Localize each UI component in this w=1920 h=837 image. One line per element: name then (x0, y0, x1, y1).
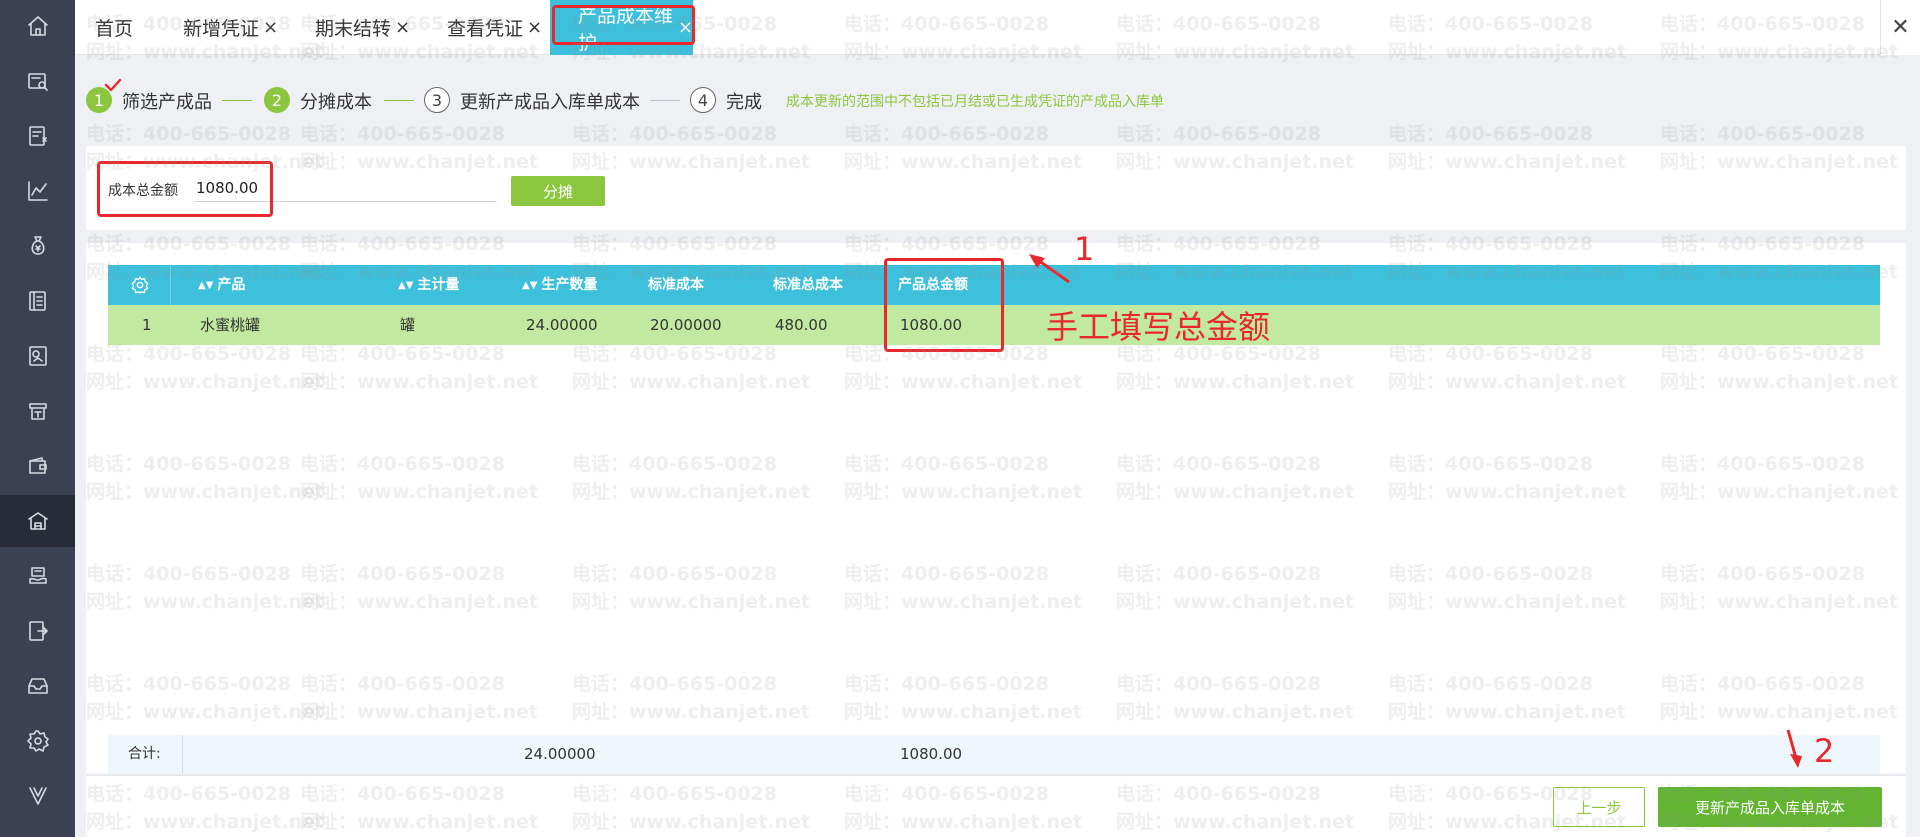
tab-new-voucher[interactable]: 新增凭证 × (183, 0, 278, 55)
sidebar-item-archive[interactable] (0, 660, 75, 712)
step-connector (222, 100, 252, 101)
tab-home[interactable]: 首页 (95, 0, 133, 55)
sidebar-item-reports[interactable] (0, 330, 75, 382)
wallet-icon (28, 457, 47, 474)
warehouse-icon (27, 512, 48, 530)
tab-label: 首页 (95, 18, 134, 40)
totals-label: 合计: (128, 746, 161, 762)
report-icon (28, 346, 47, 366)
step-connector (650, 100, 680, 101)
step-4-label: 完成 (726, 92, 762, 113)
sidebar-item-voucher-query[interactable] (0, 55, 75, 107)
column-header-standard-total[interactable]: 标准总成本 (773, 265, 843, 305)
payroll-icon (28, 567, 47, 584)
home-icon (27, 16, 48, 36)
archive-icon (27, 678, 48, 694)
tab-view-voucher[interactable]: 查看凭证 × (447, 0, 542, 55)
column-header-product-total[interactable]: 产品总金额 (898, 265, 968, 305)
table-header: ▲▼ 产品 ▲▼ 主计量 ▲▼ 生产数量 标准成本 标准总成本 产品总金额 (108, 265, 1880, 305)
cost-panel: 成本总金额 分摊 (86, 146, 1906, 230)
step-3-label: 更新产成品入库单成本 (460, 92, 640, 113)
tab-close-icon[interactable]: × (678, 17, 693, 38)
sidebar-item-analysis[interactable] (0, 165, 75, 217)
sidebar-item-settings[interactable] (0, 715, 75, 767)
chart-icon (27, 181, 48, 201)
sort-icon: ▲▼ (198, 280, 214, 291)
sidebar-item-export[interactable] (0, 605, 75, 657)
annotation-marker-1: 1 (1074, 230, 1095, 268)
tab-close-icon[interactable]: × (527, 17, 542, 38)
close-all-tabs-button[interactable]: ✕ (1880, 0, 1920, 55)
step-2-marker: 2 (264, 87, 290, 113)
sidebar-item-cashier[interactable] (0, 385, 75, 437)
footer-bar: 上一步 更新产成品入库单成本 (86, 775, 1906, 837)
totals-quantity: 24.00000 (524, 745, 596, 763)
previous-step-button[interactable]: 上一步 (1553, 787, 1645, 827)
step-2-label: 分摊成本 (300, 92, 372, 113)
totals-divider (182, 735, 183, 773)
table-row[interactable]: 1 水蜜桃罐 罐 24.00000 20.00000 480.00 1080.0… (108, 305, 1880, 345)
tab-label: 产品成本维护 (578, 4, 674, 54)
cost-total-input[interactable] (194, 174, 496, 202)
tab-period-end[interactable]: 期末结转 × (315, 0, 410, 55)
cost-table-panel: ▲▼ 产品 ▲▼ 主计量 ▲▼ 生产数量 标准成本 标准总成本 产品总金额 1 水蜜桃… (86, 243, 1906, 773)
tab-label: 查看凭证 (447, 18, 524, 40)
sidebar-item-wallet[interactable] (0, 440, 75, 492)
voucher-entry-icon (28, 126, 47, 146)
annotation-note: 手工填写总金额 (1046, 308, 1271, 346)
column-header-unit[interactable]: ▲▼ 主计量 (398, 265, 459, 305)
sidebar-item-funds[interactable] (0, 220, 75, 272)
wizard-steps: 1 筛选产成品 2 分摊成本 3 更新产成品入库单成本 4 完成 成本更新的范围… (86, 78, 1906, 118)
sort-icon: ▲▼ (522, 280, 538, 291)
steps-note: 成本更新的范围中不包括已月结或已生成凭证的产成品入库单 (786, 94, 1164, 110)
cashier-icon (28, 403, 47, 420)
voucher-search-icon (27, 73, 48, 91)
sidebar-item-inventory[interactable] (0, 495, 75, 547)
update-inbound-cost-button[interactable]: 更新产成品入库单成本 (1658, 787, 1882, 827)
sidebar-item-logo[interactable] (0, 770, 75, 822)
export-icon (28, 621, 48, 641)
cell-standard-cost: 20.00000 (650, 316, 722, 334)
totals-row: 合计: 24.00000 1080.00 (108, 735, 1880, 773)
ledger-icon (28, 291, 46, 311)
annotation-marker-2: 2 (1814, 732, 1835, 770)
column-header-product[interactable]: ▲▼ 产品 (198, 265, 245, 305)
column-header-quantity[interactable]: ▲▼ 生产数量 (522, 265, 597, 305)
tab-bar: 首页 新增凭证 × 期末结转 × 查看凭证 × 产品成本维护 × ✕ (75, 0, 1920, 55)
column-settings-icon[interactable] (130, 275, 150, 295)
header-divider (170, 265, 171, 305)
totals-product-total: 1080.00 (900, 745, 963, 763)
tab-close-icon[interactable]: × (263, 17, 278, 38)
sidebar-item-payroll[interactable] (0, 550, 75, 602)
cell-index: 1 (142, 316, 152, 334)
logo-v-icon (28, 787, 47, 805)
step-1-label: 筛选产成品 (122, 92, 212, 113)
allocate-button[interactable]: 分摊 (511, 176, 605, 206)
cell-product: 水蜜桃罐 (200, 316, 261, 334)
sidebar-item-ledger[interactable] (0, 275, 75, 327)
sidebar (0, 0, 75, 837)
annotation-arrow-2-icon (1786, 729, 1802, 768)
cell-standard-total: 480.00 (775, 316, 828, 334)
step-4-marker: 4 (690, 87, 716, 113)
tab-label: 期末结转 (315, 18, 392, 40)
cell-quantity: 24.00000 (526, 316, 598, 334)
sort-icon: ▲▼ (398, 280, 414, 291)
sidebar-item-home[interactable] (0, 0, 75, 52)
tab-close-icon[interactable]: × (395, 17, 410, 38)
cell-product-total[interactable]: 1080.00 (900, 305, 962, 345)
column-header-standard-cost[interactable]: 标准成本 (648, 265, 704, 305)
money-bag-icon (30, 236, 45, 255)
step-connector (384, 100, 414, 101)
check-icon (104, 78, 122, 92)
tab-product-cost[interactable]: 产品成本维护 × (550, 0, 693, 55)
cell-unit: 罐 (400, 316, 416, 334)
tab-label: 新增凭证 (183, 18, 260, 40)
sidebar-item-voucher-entry[interactable] (0, 110, 75, 162)
step-3-marker: 3 (424, 87, 450, 113)
annotation-arrow-icon (1029, 254, 1070, 284)
cost-total-label: 成本总金额 (108, 183, 178, 199)
settings-icon (26, 730, 49, 752)
